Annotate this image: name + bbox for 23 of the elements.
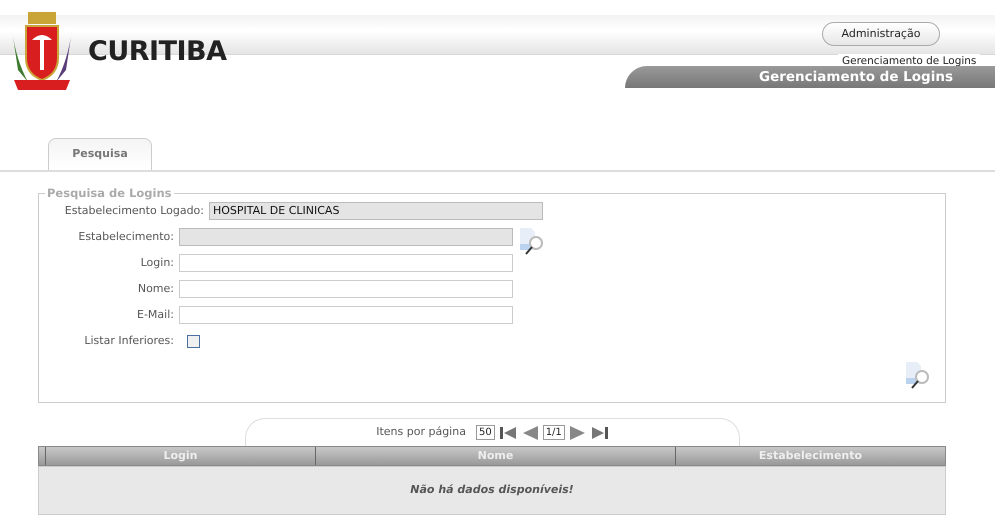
- pagination-label: Itens por página: [376, 424, 466, 440]
- input-field[interactable]: [179, 306, 513, 324]
- page-title: Gerenciamento de Logins: [625, 66, 995, 88]
- next-page-icon[interactable]: [568, 426, 587, 440]
- tab[interactable]: Pesquisa: [48, 138, 152, 170]
- empty-message: Não há dados disponíveis!: [410, 482, 574, 498]
- page-field[interactable]: 1/1: [542, 425, 565, 440]
- previous-page-icon[interactable]: [520, 426, 539, 440]
- first-page-icon[interactable]: [498, 426, 517, 440]
- field-label: Estabelecimento Logado:: [64, 202, 205, 219]
- admin-button[interactable]: Administração: [822, 22, 940, 46]
- logo-text: CURITIBA: [88, 35, 227, 69]
- field-label: Listar Inferiores:: [83, 332, 175, 349]
- checkbox[interactable]: [187, 334, 200, 348]
- field-label: Estabelecimento:: [77, 228, 175, 245]
- field-label: E-Mail:: [136, 306, 175, 323]
- last-page-icon[interactable]: [590, 426, 609, 440]
- input-field[interactable]: [179, 280, 513, 298]
- input-field[interactable]: [179, 254, 513, 272]
- per-page-field[interactable]: 50: [476, 425, 495, 440]
- field-label: Login:: [140, 254, 175, 271]
- field-label: Nome:: [136, 280, 175, 297]
- panel-legend: Pesquisa de Logins: [45, 185, 174, 202]
